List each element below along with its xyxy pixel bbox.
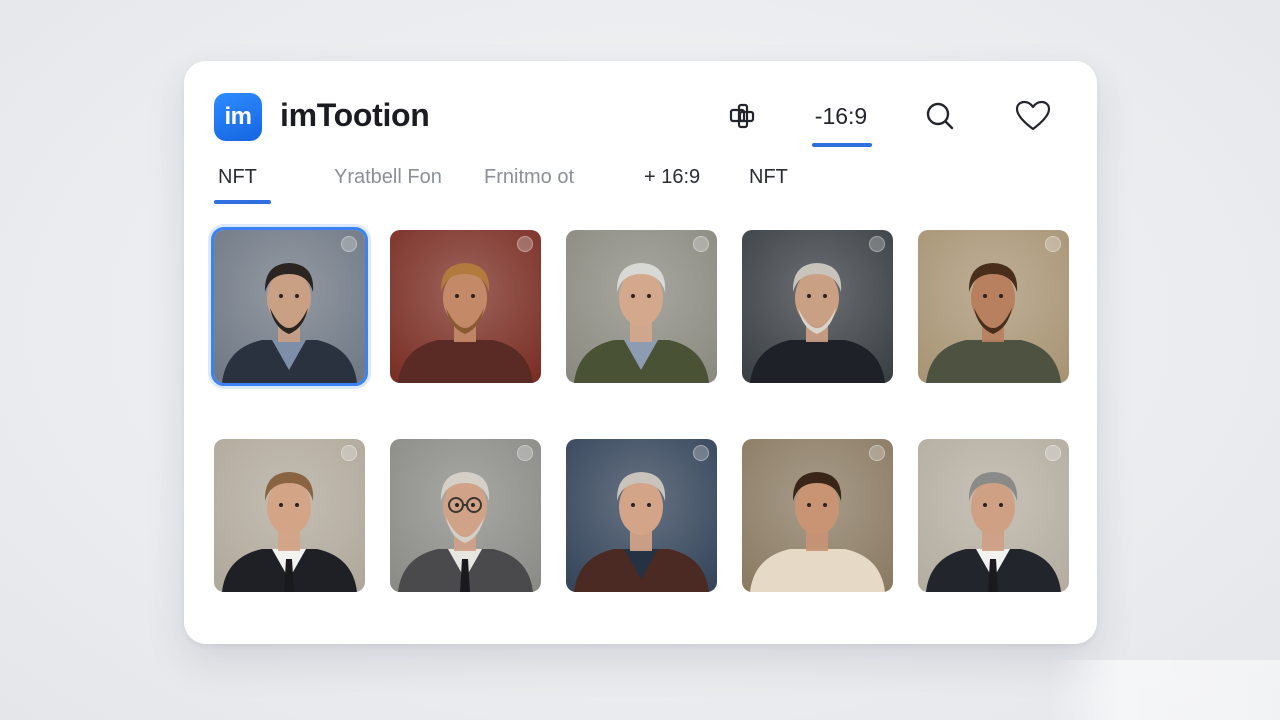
select-indicator[interactable] xyxy=(869,236,885,252)
portrait-tile[interactable] xyxy=(214,439,365,592)
heart-icon xyxy=(1015,100,1051,131)
select-indicator[interactable] xyxy=(869,445,885,461)
portrait-image xyxy=(214,230,365,383)
aspect-ratio-button[interactable]: -16:9 xyxy=(804,91,878,141)
portrait-image xyxy=(742,230,893,383)
select-indicator[interactable] xyxy=(1045,236,1061,252)
select-indicator[interactable] xyxy=(341,445,357,461)
portrait-tile[interactable] xyxy=(742,439,893,592)
tab-ratio-16-9[interactable]: + 16:9 xyxy=(644,166,700,189)
layers-icon xyxy=(729,103,755,129)
search-icon xyxy=(926,102,954,130)
portrait-tile[interactable] xyxy=(390,439,541,592)
search-button[interactable] xyxy=(918,91,962,141)
portrait-image xyxy=(214,439,365,592)
tab-yratbell-fon[interactable]: Yratbell Fon xyxy=(334,166,442,189)
app-window: im imTootion -16:9 NFT Yratbell Fon Frni… xyxy=(184,61,1097,644)
tab-frnitmo-ot[interactable]: Frnitmo ot xyxy=(484,166,574,189)
portrait-tile[interactable] xyxy=(918,230,1069,383)
portrait-image xyxy=(918,230,1069,383)
portrait-tile[interactable] xyxy=(566,230,717,383)
portrait-image xyxy=(742,439,893,592)
select-indicator[interactable] xyxy=(1045,445,1061,461)
select-indicator[interactable] xyxy=(517,445,533,461)
portrait-tile[interactable] xyxy=(390,230,541,383)
favorite-button[interactable] xyxy=(1010,91,1056,141)
aspect-ratio-active-indicator xyxy=(812,143,872,147)
portrait-image xyxy=(566,439,717,592)
select-indicator[interactable] xyxy=(693,445,709,461)
active-tab-indicator xyxy=(214,200,271,204)
watermark-area xyxy=(1050,660,1280,720)
tab-nft[interactable]: NFT xyxy=(218,166,257,189)
portrait-tile[interactable] xyxy=(918,439,1069,592)
portrait-image xyxy=(566,230,717,383)
select-indicator[interactable] xyxy=(341,236,357,252)
layers-button[interactable] xyxy=(720,91,764,141)
select-indicator[interactable] xyxy=(693,236,709,252)
portrait-tile[interactable] xyxy=(211,227,368,386)
portrait-image xyxy=(390,439,541,592)
portrait-image xyxy=(390,230,541,383)
tab-nft-secondary[interactable]: NFT xyxy=(749,166,788,189)
portrait-tile[interactable] xyxy=(566,439,717,592)
app-title: imTootion xyxy=(280,97,430,133)
portrait-tile[interactable] xyxy=(742,230,893,383)
select-indicator[interactable] xyxy=(517,236,533,252)
portrait-image xyxy=(918,439,1069,592)
app-logo: im xyxy=(214,93,262,141)
